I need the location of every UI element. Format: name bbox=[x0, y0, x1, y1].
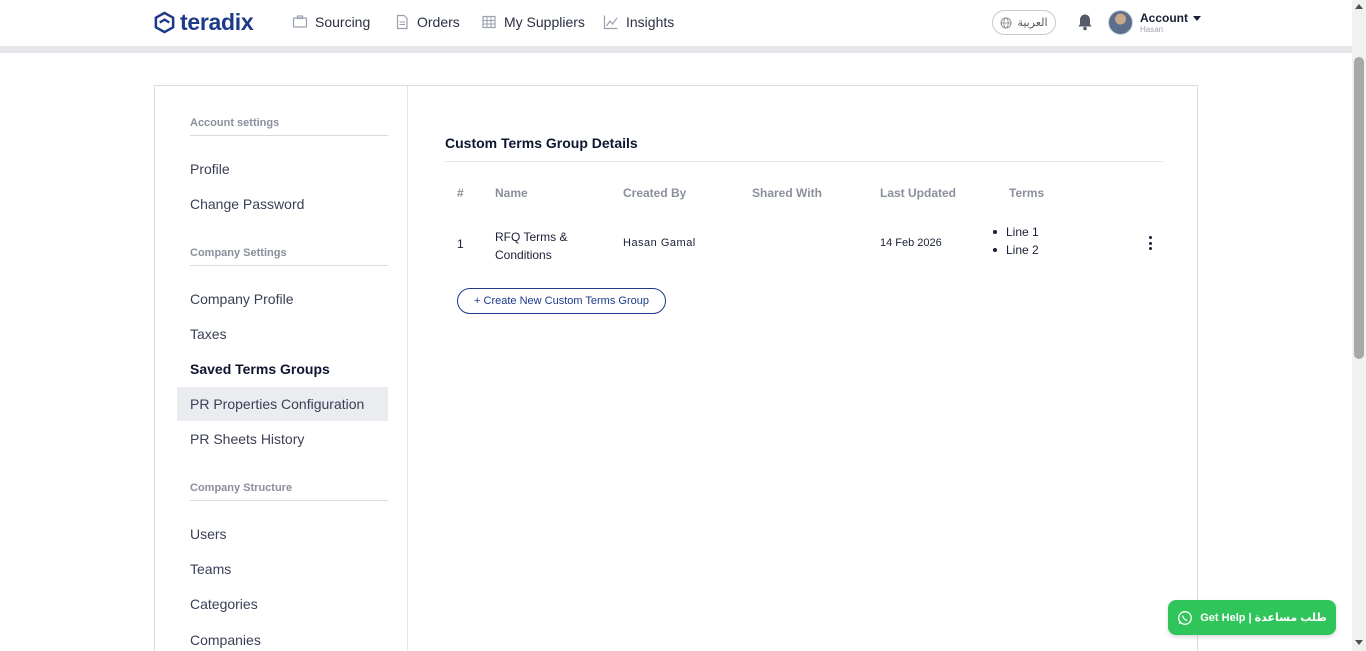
sidebar-item-taxes[interactable]: Taxes bbox=[177, 317, 388, 351]
orders-icon bbox=[396, 14, 408, 30]
get-help-label: Get Help | طلب مساعدة bbox=[1200, 612, 1327, 624]
sidebar-item-teams[interactable]: Teams bbox=[177, 552, 388, 586]
settings-card: Account settings Profile Change Password… bbox=[154, 85, 1198, 651]
language-label: العربية bbox=[1017, 17, 1048, 29]
insights-icon bbox=[603, 15, 618, 30]
chevron-down-icon bbox=[1193, 15, 1201, 21]
header-divider bbox=[0, 46, 1352, 53]
title-divider bbox=[445, 161, 1163, 162]
account-menu-button[interactable]: Account bbox=[1140, 11, 1201, 25]
create-custom-terms-group-button[interactable]: + Create New Custom Terms Group bbox=[457, 288, 666, 314]
page-scrollbar[interactable] bbox=[1352, 0, 1366, 651]
row-last-updated: 14 Feb 2026 bbox=[880, 237, 942, 249]
account-label: Account bbox=[1140, 11, 1188, 25]
row-name[interactable]: RFQ Terms & Conditions bbox=[495, 228, 567, 264]
notifications-bell-icon[interactable] bbox=[1075, 12, 1095, 32]
nav-orders-label: Orders bbox=[417, 14, 460, 30]
sidebar-section-company-structure: Company Structure bbox=[190, 482, 388, 501]
column-header-shared-with: Shared With bbox=[752, 186, 822, 200]
sidebar-item-saved-terms-groups[interactable]: Saved Terms Groups bbox=[177, 352, 388, 386]
row-name-line-2: Conditions bbox=[495, 248, 552, 262]
whatsapp-icon bbox=[1178, 610, 1193, 625]
column-header-last-updated: Last Updated bbox=[880, 186, 957, 200]
sidebar-item-change-password[interactable]: Change Password bbox=[177, 187, 388, 221]
scroll-up-arrow-icon[interactable] bbox=[1355, 4, 1363, 9]
row-name-line-1: RFQ Terms & bbox=[495, 230, 568, 244]
column-header-index: # bbox=[457, 186, 464, 200]
column-header-created-by: Created By bbox=[623, 186, 687, 200]
sidebar-item-categories[interactable]: Categories bbox=[177, 587, 388, 621]
nav-orders[interactable]: Orders bbox=[394, 12, 460, 32]
sourcing-icon bbox=[292, 15, 308, 28]
sidebar-item-company-profile[interactable]: Company Profile bbox=[177, 282, 388, 316]
account-username: Hasan bbox=[1140, 25, 1164, 34]
sidebar-item-pr-sheets-history[interactable]: PR Sheets History bbox=[177, 422, 388, 456]
teradix-logo[interactable]: teradix bbox=[153, 8, 254, 35]
nav-my-suppliers-label: My Suppliers bbox=[504, 14, 585, 30]
row-created-by: Hasan Gamal bbox=[623, 237, 696, 249]
sidebar-section-account-settings: Account settings bbox=[190, 117, 388, 136]
sidebar-item-users[interactable]: Users bbox=[177, 517, 388, 551]
sidebar-item-companies[interactable]: Companies bbox=[177, 623, 388, 651]
teradix-logo-icon bbox=[154, 10, 175, 34]
term-item: Line 1 bbox=[993, 223, 1039, 241]
column-header-name: Name bbox=[495, 186, 528, 200]
scroll-down-arrow-icon[interactable] bbox=[1355, 640, 1363, 645]
get-help-button[interactable]: Get Help | طلب مساعدة bbox=[1168, 600, 1336, 635]
avatar[interactable] bbox=[1108, 10, 1133, 35]
nav-my-suppliers[interactable]: My Suppliers bbox=[481, 12, 585, 32]
logo-text: teradix bbox=[180, 8, 254, 35]
page-title: Custom Terms Group Details bbox=[445, 135, 638, 151]
row-actions-kebab-icon[interactable] bbox=[1145, 236, 1155, 250]
settings-sidebar: Account settings Profile Change Password… bbox=[155, 86, 408, 651]
sidebar-item-pr-properties-configuration[interactable]: PR Properties Configuration bbox=[177, 387, 388, 421]
nav-insights[interactable]: Insights bbox=[603, 12, 674, 32]
scrollbar-thumb[interactable] bbox=[1354, 57, 1364, 359]
column-header-terms: Terms bbox=[1009, 186, 1045, 200]
row-index: 1 bbox=[457, 237, 464, 251]
language-toggle-button[interactable]: العربية bbox=[992, 10, 1056, 35]
globe-icon bbox=[1001, 17, 1012, 28]
suppliers-icon bbox=[482, 15, 496, 29]
sidebar-item-profile[interactable]: Profile bbox=[177, 152, 388, 186]
term-item: Line 2 bbox=[993, 241, 1039, 259]
nav-insights-label: Insights bbox=[626, 14, 675, 30]
nav-sourcing[interactable]: Sourcing bbox=[292, 12, 370, 32]
sidebar-section-company-settings: Company Settings bbox=[190, 247, 388, 266]
nav-sourcing-label: Sourcing bbox=[315, 14, 371, 30]
row-terms-list: Line 1 Line 2 bbox=[993, 223, 1039, 259]
top-navigation-bar: teradix Sourcing Orders My Suppliers Ins… bbox=[0, 0, 1352, 46]
